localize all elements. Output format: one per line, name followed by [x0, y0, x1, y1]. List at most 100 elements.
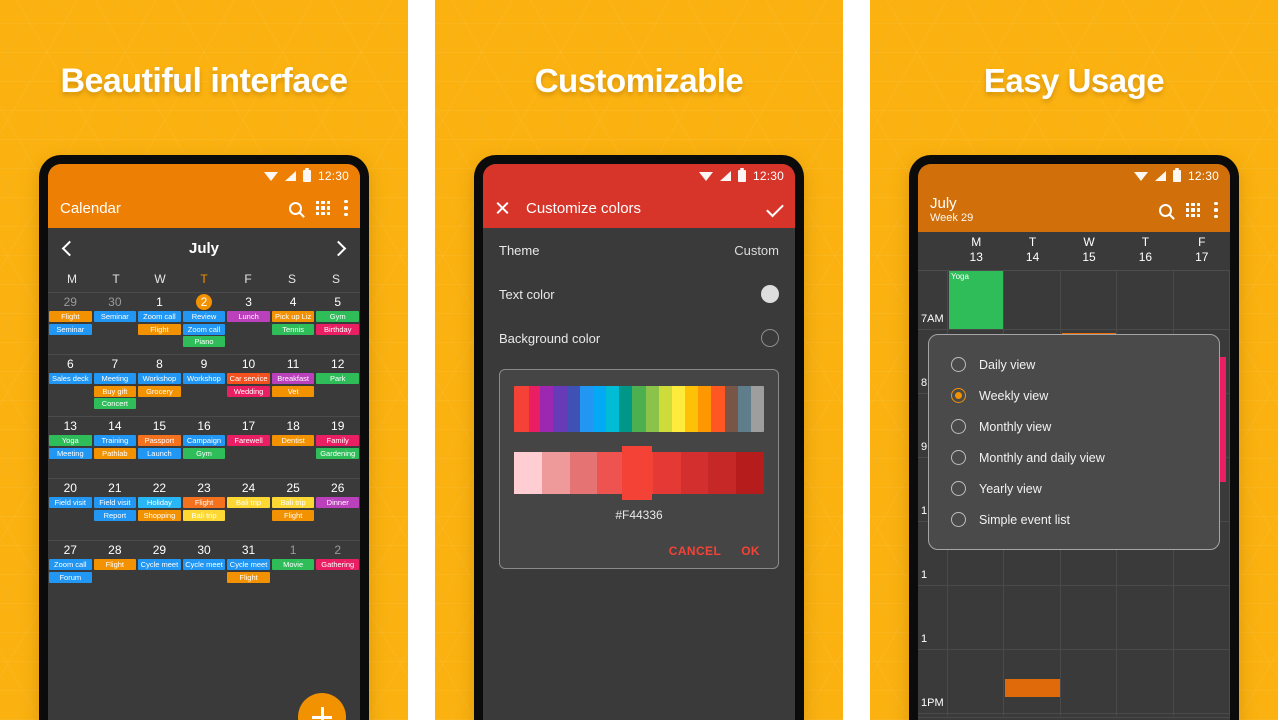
day-cell[interactable]: 30 Seminar [92, 292, 138, 354]
calendar-event[interactable]: Zoom call [182, 323, 226, 335]
hue-stop[interactable] [632, 386, 646, 432]
day-cell[interactable]: 23 Flight Bali trip [181, 478, 227, 540]
day-cell[interactable]: 2 Review Zoom call Piano [181, 292, 227, 354]
hue-stop[interactable] [750, 386, 764, 432]
shade-stop[interactable] [514, 452, 542, 494]
calendar-event[interactable]: Seminar [93, 311, 137, 322]
calendar-event[interactable]: Yoga [49, 435, 92, 446]
day-cell[interactable]: 12 Park [315, 354, 360, 416]
calendar-event[interactable]: Gym [316, 311, 359, 322]
day-cell[interactable]: 5 Gym Birthday [315, 292, 360, 354]
calendar-event[interactable]: Gathering [316, 559, 359, 570]
hue-stop[interactable] [619, 386, 633, 432]
shade-stop[interactable] [541, 452, 570, 494]
calendar-event[interactable]: Meeting [49, 447, 92, 459]
setting-row[interactable]: Text color [483, 272, 795, 316]
shade-slider[interactable] [514, 446, 765, 500]
hue-stop[interactable] [698, 386, 712, 432]
hue-stop[interactable] [527, 386, 541, 432]
calendar-event[interactable]: Flight [182, 497, 226, 508]
calendar-event[interactable]: Flight [138, 323, 181, 335]
week-day-header[interactable]: F 17 [1174, 232, 1230, 270]
cancel-button[interactable]: CANCEL [669, 544, 721, 558]
calendar-event[interactable]: Park [316, 373, 359, 384]
color-swatch[interactable] [761, 329, 779, 347]
calendar-event[interactable]: Zoom call [49, 559, 92, 570]
radio-button-icon[interactable] [951, 450, 966, 465]
day-cell[interactable]: 18 Dentist [270, 416, 316, 478]
day-cell[interactable]: 2 Gathering [315, 540, 360, 602]
week-event[interactable]: Yoga [949, 271, 1004, 329]
shade-stop[interactable] [680, 452, 709, 494]
calendar-event[interactable]: Training [93, 435, 137, 446]
view-option-row[interactable]: Monthly and daily view [929, 442, 1219, 473]
day-cell[interactable]: 24 Bali trip [226, 478, 271, 540]
hue-stop[interactable] [606, 386, 620, 432]
calendar-event[interactable]: Bali trip [227, 497, 270, 508]
calendar-event[interactable]: Holiday [138, 497, 181, 508]
day-cell[interactable]: 14 Training Pathlab [92, 416, 138, 478]
calendar-event[interactable]: Flight [93, 559, 137, 570]
calendar-event[interactable]: Dinner [316, 497, 359, 508]
day-cell[interactable]: 17 Farewell [226, 416, 271, 478]
overflow-menu-icon[interactable] [344, 200, 348, 216]
hue-stop[interactable] [724, 386, 738, 432]
next-month-icon[interactable] [330, 240, 347, 256]
hue-stop[interactable] [737, 386, 751, 432]
day-cell[interactable]: 22 Holiday Shopping [137, 478, 182, 540]
calendar-event[interactable]: Tennis [271, 323, 315, 335]
setting-row[interactable]: Theme Custom [483, 228, 795, 272]
calendar-event[interactable]: Movie [271, 559, 315, 570]
calendar-event[interactable]: Passport [138, 435, 181, 446]
shade-stop[interactable] [708, 452, 737, 494]
week-day-header[interactable]: W 15 [1061, 232, 1117, 270]
view-option-row[interactable]: Monthly view [929, 411, 1219, 442]
day-cell[interactable]: 8 Workshop Grocery [137, 354, 182, 416]
calendar-event[interactable]: Breakfast [271, 373, 315, 384]
calendar-event[interactable]: Sales deck [49, 373, 92, 384]
view-option-row[interactable]: Yearly view [929, 473, 1219, 504]
day-cell[interactable]: 31 Cycle meet Flight [226, 540, 271, 602]
hue-stop[interactable] [579, 386, 593, 432]
search-icon[interactable] [289, 201, 302, 215]
calendar-event[interactable]: Cycle meet [138, 559, 181, 570]
calendar-event[interactable]: Family [316, 435, 359, 446]
hue-stop[interactable] [671, 386, 686, 432]
hue-stop[interactable] [711, 386, 725, 432]
calendar-event[interactable]: Farewell [227, 435, 270, 446]
week-day-header[interactable]: T 14 [1004, 232, 1060, 270]
add-event-fab[interactable] [298, 693, 346, 720]
calendar-event[interactable]: Bali trip [182, 509, 226, 521]
day-cell[interactable]: 25 Bali trip Flight [270, 478, 316, 540]
calendar-event[interactable]: Vet [271, 385, 315, 397]
calendar-event[interactable]: Forum [49, 571, 92, 583]
radio-button-icon[interactable] [951, 512, 966, 527]
day-cell[interactable]: 10 Car service Wedding [226, 354, 271, 416]
week-day-header[interactable]: T 16 [1117, 232, 1173, 270]
calendar-event[interactable]: Birthday [316, 323, 359, 335]
hue-stop[interactable] [658, 386, 672, 432]
setting-row[interactable]: Background color [483, 316, 795, 360]
calendar-event[interactable]: Bali trip [271, 497, 315, 508]
hue-stop[interactable] [553, 386, 567, 432]
hue-stop[interactable] [566, 386, 580, 432]
calendar-event[interactable]: Flight [271, 509, 315, 521]
calendar-event[interactable]: Grocery [138, 385, 181, 397]
day-cell[interactable]: 15 Passport Launch [137, 416, 182, 478]
day-cell[interactable]: 3 Lunch [226, 292, 271, 354]
calendar-event[interactable]: Wedding [227, 385, 270, 397]
day-cell[interactable]: 1 Zoom call Flight [137, 292, 182, 354]
calendar-event[interactable]: Zoom call [138, 311, 181, 322]
calendar-event[interactable]: Shopping [138, 509, 181, 521]
calendar-event[interactable]: Review [182, 311, 226, 322]
calendar-event[interactable]: Field visit [93, 497, 137, 508]
day-cell[interactable]: 27 Zoom call Forum [48, 540, 93, 602]
grid-view-icon[interactable] [1186, 203, 1200, 217]
day-cell[interactable]: 28 Flight [92, 540, 138, 602]
day-cell[interactable]: 1 Movie [270, 540, 316, 602]
close-icon[interactable] [495, 201, 510, 216]
calendar-event[interactable]: Field visit [49, 497, 92, 508]
hue-stop[interactable] [592, 386, 607, 432]
calendar-event[interactable]: Gym [182, 447, 226, 459]
shade-thumb[interactable] [621, 446, 652, 500]
